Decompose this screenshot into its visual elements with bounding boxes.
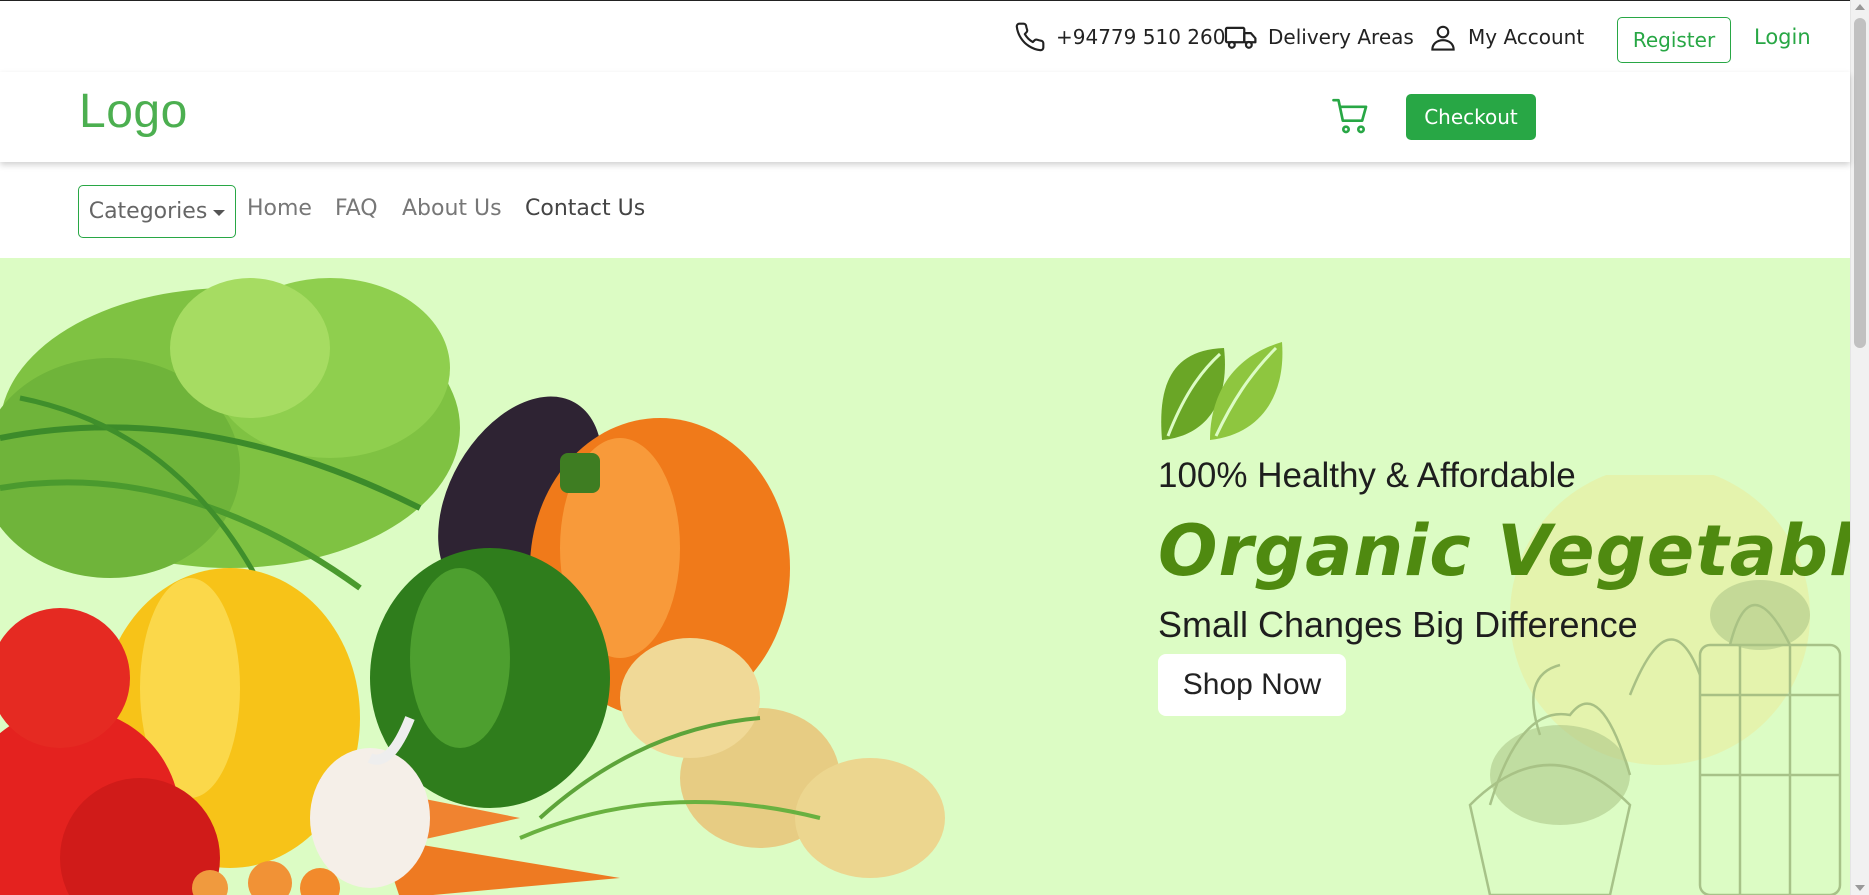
site-logo[interactable]: Logo (79, 84, 188, 139)
top-utility-bar: +94779 510 260 Delivery Areas My Account… (0, 0, 1850, 73)
caret-down-icon (213, 209, 226, 216)
checkout-button[interactable]: Checkout (1406, 94, 1536, 140)
categories-label: Categories (88, 199, 208, 224)
leaf-icon (1158, 340, 1284, 448)
nav-link-home[interactable]: Home (247, 196, 312, 221)
delivery-areas-label: Delivery Areas (1268, 25, 1414, 49)
my-account-link[interactable]: My Account (1428, 21, 1584, 53)
main-navigation: Categories Home FAQ About Us Contact Us (0, 162, 1850, 258)
shop-now-button[interactable]: Shop Now (1158, 654, 1346, 716)
hero-title: Organic Vegetables (1158, 510, 1850, 592)
vegetables-image (0, 278, 945, 895)
nav-link-about-us[interactable]: About Us (402, 196, 502, 221)
scrollbar-thumb[interactable] (1854, 18, 1866, 348)
vertical-scrollbar[interactable] (1850, 0, 1869, 895)
delivery-areas-link[interactable]: Delivery Areas (1224, 21, 1414, 53)
cart-icon[interactable] (1330, 96, 1372, 140)
site-header: Logo Checkout (0, 72, 1850, 162)
scroll-up-arrow-icon[interactable] (1855, 4, 1865, 10)
nav-link-faq[interactable]: FAQ (335, 196, 378, 221)
hero-subtitle: Small Changes Big Difference (1158, 604, 1638, 645)
categories-dropdown[interactable]: Categories (78, 185, 236, 238)
nav-link-contact-us[interactable]: Contact Us (525, 196, 645, 221)
phone-number: +94779 510 260 (1056, 25, 1226, 49)
truck-icon (1224, 21, 1258, 53)
hero-tagline: 100% Healthy & Affordable (1158, 456, 1576, 495)
my-account-label: My Account (1468, 25, 1585, 49)
page: +94779 510 260 Delivery Areas My Account… (0, 0, 1850, 895)
user-icon (1428, 21, 1458, 53)
hero-banner: 100% Healthy & Affordable Organic Vegeta… (0, 258, 1850, 895)
phone-contact[interactable]: +94779 510 260 (1014, 21, 1225, 53)
scroll-down-arrow-icon[interactable] (1855, 885, 1865, 891)
login-link[interactable]: Login (1754, 25, 1811, 49)
register-button[interactable]: Register (1617, 17, 1731, 63)
phone-icon (1014, 21, 1046, 53)
